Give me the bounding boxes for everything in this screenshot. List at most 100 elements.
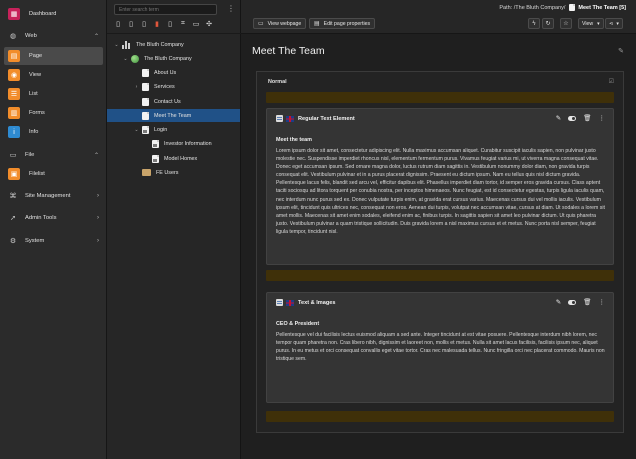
tree-node-model[interactable]: Model Homex (143, 152, 197, 165)
new-page-inside-icon[interactable]: ▯ (127, 20, 135, 29)
share-icon: ⋖ (609, 20, 614, 27)
new-page-icon[interactable]: ▯ (114, 20, 122, 29)
module-info[interactable]: i Info (4, 123, 103, 141)
new-content-bar[interactable] (266, 270, 614, 281)
new-content-bar[interactable] (266, 92, 614, 103)
breadcrumb-path[interactable]: Path: /The Bluth Company/ (499, 5, 565, 11)
content-element-subheader: Meet the team (276, 137, 312, 143)
tree-search-input[interactable] (114, 4, 217, 15)
module-group-file-label: File (25, 152, 35, 158)
tree-node-site[interactable]: ⌄ The Bluth Company (122, 52, 192, 65)
text-image-element-icon (276, 299, 283, 306)
module-group-system[interactable]: ⚙ System › (8, 234, 103, 248)
chevron-right-icon: › (97, 215, 99, 221)
chevron-up-icon: ⌃ (93, 33, 99, 40)
module-info-label: Info (29, 129, 39, 135)
module-group-web[interactable]: ◍ Web ⌃ (8, 29, 103, 43)
tree-node-services[interactable]: › Services (133, 80, 175, 93)
caret-down-icon: ▾ (616, 20, 619, 27)
doc-header: Path: /The Bluth Company/ Meet The Team … (241, 0, 636, 34)
tree-node-label: Meet The Team (154, 112, 192, 119)
info-module-icon: i (8, 126, 20, 138)
visibility-toggle[interactable] (568, 299, 577, 305)
reload-button[interactable]: ↻ (542, 18, 554, 29)
page-title: Meet The Team (252, 45, 325, 57)
clear-cache-button[interactable]: ϟ (528, 18, 540, 29)
new-folder-icon[interactable]: ⌗ (179, 20, 187, 29)
more-icon[interactable]: ⋮ (599, 114, 606, 122)
module-page[interactable]: ▤ Page (4, 47, 103, 65)
module-dashboard-label: Dashboard (29, 11, 57, 17)
module-dashboard[interactable]: ▦ Dashboard (4, 5, 103, 23)
tree-node-root[interactable]: ⌄ The Bluth Company (113, 38, 184, 51)
trash-icon[interactable]: 🗑 (583, 298, 591, 306)
filelist-module-icon: ▣ (8, 168, 20, 180)
module-group-system-label: System (25, 238, 45, 244)
page-content: Meet The Team ✎ Normal ☑ Regular Text El… (241, 35, 636, 459)
tree-divider (107, 33, 241, 34)
new-separator-icon[interactable]: ✣ (205, 20, 213, 29)
list-module-icon: ☰ (8, 88, 20, 100)
new-recycler-icon[interactable]: ▭ (192, 20, 200, 29)
module-group-file[interactable]: ▭ File ⌃ (8, 148, 103, 162)
chevron-down-icon[interactable]: ⌄ (122, 56, 129, 62)
chevron-right-icon[interactable]: › (133, 84, 140, 90)
tree-node-label: About Us (154, 69, 177, 76)
tree-toolbar: ▯ ▯ ▯ ▮ ▯ ⌗ ▭ ✣ (114, 18, 213, 30)
chevron-down-icon[interactable]: ⌄ (113, 42, 120, 48)
pencil-icon[interactable]: ✎ (556, 114, 561, 122)
tree-node-label: Login (154, 126, 168, 133)
share-button[interactable]: ⋖ ▾ (605, 18, 623, 29)
content-element: Text & Images ✎ 🗑 ⋮ CEO & President Pell… (266, 292, 614, 403)
chevron-right-icon: › (97, 193, 99, 199)
gear-icon: ⚙ (9, 238, 17, 245)
trash-icon[interactable]: 🗑 (583, 114, 591, 122)
uk-flag-icon (286, 299, 294, 306)
forms-module-icon: ▥ (8, 107, 20, 119)
caret-down-icon: ▾ (597, 20, 600, 27)
bookmark-button[interactable]: ☆ (560, 18, 572, 29)
tree-node-fe-users[interactable]: FE Users (133, 166, 178, 179)
chevron-up-icon: ⌃ (93, 152, 99, 159)
tree-node-login[interactable]: ⌄ Login (133, 123, 167, 136)
module-list[interactable]: ☰ List (4, 85, 103, 103)
tree-node-about[interactable]: About Us (133, 66, 176, 79)
module-page-label: Page (29, 53, 43, 59)
module-group-admin-tools-label: Admin Tools (25, 215, 57, 221)
content-column-normal: Normal ☑ Regular Text Element ✎ 🗑 ⋮ Meet… (256, 71, 624, 433)
site-globe-icon (131, 54, 139, 63)
tree-node-contact[interactable]: Contact Us (133, 95, 181, 108)
module-view[interactable]: ◉ View (4, 66, 103, 84)
pencil-icon[interactable]: ✎ (618, 47, 624, 55)
refresh-icon: ↻ (545, 21, 551, 27)
column-edit-icon[interactable]: ☑ (609, 78, 614, 85)
sitemap-icon: ⌘ (9, 193, 17, 200)
text-element-icon (276, 115, 283, 122)
content-element-body: Lorem ipsum dolor sit amet, consectetur … (276, 148, 605, 235)
view-webpage-button[interactable]: ▭ View webpage (253, 18, 307, 29)
module-filelist[interactable]: ▣ Filelist (4, 165, 103, 183)
view-dropdown[interactable]: View ▾ (578, 18, 604, 29)
new-link-icon[interactable]: ▯ (166, 20, 174, 29)
module-group-admin-tools[interactable]: ➚ Admin Tools › (8, 211, 103, 225)
desktop-icon: ▭ (258, 21, 264, 27)
module-group-site-management[interactable]: ⌘ Site Management › (8, 189, 103, 203)
new-pdf-page-icon[interactable]: ▮ (153, 20, 161, 29)
pencil-icon[interactable]: ✎ (556, 298, 561, 306)
tree-node-label: The Bluth Company (144, 55, 192, 62)
page-icon (142, 111, 149, 120)
module-forms[interactable]: ▥ Forms (4, 104, 103, 122)
protected-page-icon (142, 125, 149, 134)
page-icon (142, 68, 149, 77)
view-dropdown-label: View (582, 20, 594, 27)
tree-node-meet-the-team[interactable]: Meet The Team (107, 109, 240, 122)
page-icon (569, 4, 576, 11)
chevron-down-icon[interactable]: ⌄ (133, 127, 140, 133)
new-content-bar[interactable] (266, 411, 614, 422)
edit-page-properties-button[interactable]: ▤ Edit page properties (309, 18, 376, 29)
tree-more-icon[interactable]: ⋮ (227, 4, 235, 13)
new-shortcut-icon[interactable]: ▯ (140, 20, 148, 29)
more-icon[interactable]: ⋮ (599, 298, 606, 306)
visibility-toggle[interactable] (568, 115, 577, 121)
tree-node-investor[interactable]: Investor Information (143, 137, 212, 150)
